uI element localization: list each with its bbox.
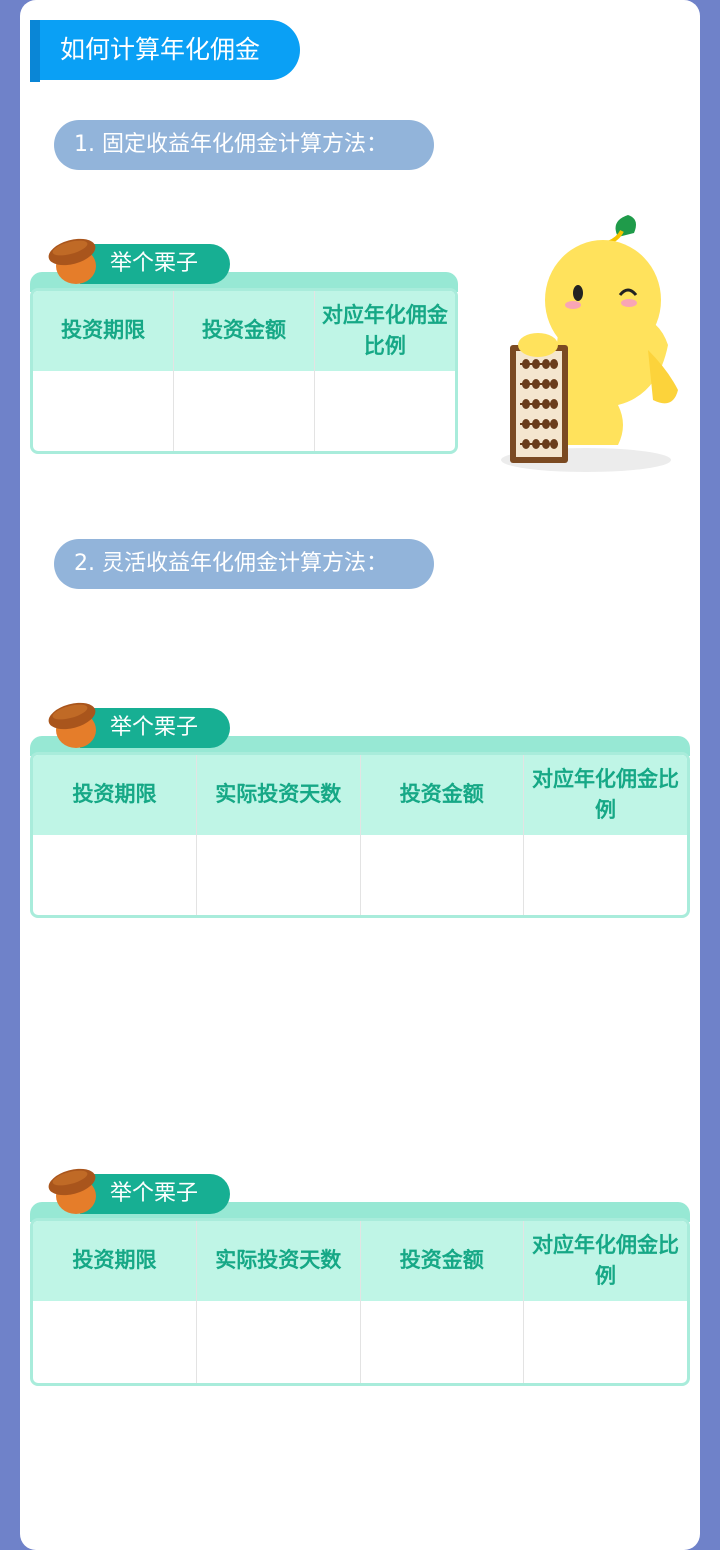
page-title: 如何计算年化佣金 <box>30 20 300 82</box>
table-header-cell: 投资期限 <box>33 1221 197 1301</box>
example-tag-1: 举个栗子 <box>80 244 230 284</box>
table-cell <box>196 1301 361 1383</box>
table-cell <box>360 835 524 915</box>
table-header-cell: 投资金额 <box>173 291 315 371</box>
example-table-3: 投资期限 实际投资天数 投资金额 对应年化佣金比例 <box>30 1218 690 1386</box>
table-header-cell: 实际投资天数 <box>196 755 361 835</box>
section-2-heading: 2. 灵活收益年化佣金计算方法： <box>54 539 434 589</box>
table-cell <box>33 371 175 451</box>
table-header-cell: 投资期限 <box>33 291 175 371</box>
acorn-icon <box>48 238 96 284</box>
example-table-2: 投资期限 实际投资天数 投资金额 对应年化佣金比例 <box>30 752 690 918</box>
table-cell <box>524 835 688 915</box>
table-cell <box>33 835 197 915</box>
table-header-cell: 投资金额 <box>360 755 524 835</box>
table-header-cell: 投资金额 <box>360 1221 524 1301</box>
example-tag-2: 举个栗子 <box>80 708 230 748</box>
table-header-cell: 对应年化佣金比例 <box>523 755 687 835</box>
table-cell <box>196 835 361 915</box>
content-card: 如何计算年化佣金 1. 固定收益年化佣金计算方法： 举个栗子 投资期限 投资金额… <box>20 0 700 1550</box>
table-header-cell: 投资期限 <box>33 755 197 835</box>
table-header-cell: 对应年化佣金比例 <box>314 291 455 371</box>
table-cell <box>173 371 315 451</box>
table-cell <box>360 1301 524 1383</box>
mascot-abacus-illustration <box>501 215 678 472</box>
table-cell <box>314 371 455 451</box>
acorn-icon <box>48 1168 96 1214</box>
table-header-cell: 实际投资天数 <box>196 1221 361 1301</box>
section-1-heading: 1. 固定收益年化佣金计算方法： <box>54 120 434 170</box>
acorn-icon <box>48 702 96 748</box>
table-cell <box>524 1301 688 1383</box>
table-header-cell: 对应年化佣金比例 <box>523 1221 687 1301</box>
table-cell <box>33 1301 197 1383</box>
example-table-1: 投资期限 投资金额 对应年化佣金比例 <box>30 288 458 454</box>
example-tag-3: 举个栗子 <box>80 1174 230 1214</box>
